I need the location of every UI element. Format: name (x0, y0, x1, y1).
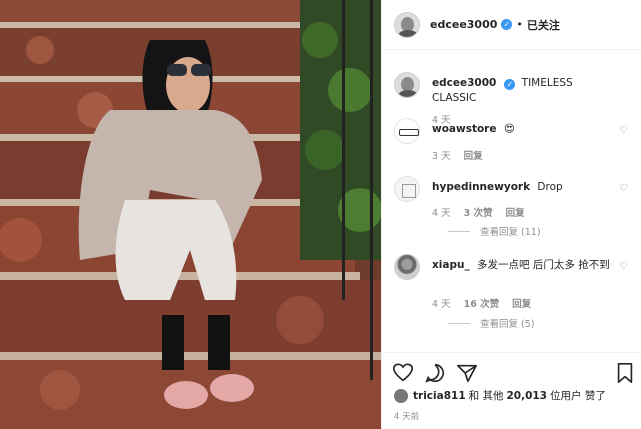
comment-meta: 4 天 16 次赞 回复 (432, 296, 541, 310)
verified-badge-icon: ✓ (501, 19, 513, 30)
comment-icon[interactable] (424, 362, 446, 384)
comment-reply-button[interactable]: 回复 (512, 299, 531, 310)
avatar[interactable] (394, 176, 420, 202)
separator-dot: • (516, 18, 523, 31)
action-bar (382, 352, 641, 392)
divider-line (448, 230, 470, 232)
comment-text: 多发一点吧 后门太多 抢不到 (477, 259, 610, 271)
bookmark-icon[interactable] (614, 362, 636, 384)
comment-time[interactable]: 3 天 (432, 151, 451, 162)
likes-summary: tricia811 和 其他 20,013 位用户 赞了 (394, 388, 606, 403)
comment-likes[interactable]: 3 次赞 (464, 208, 493, 219)
comment-text: Drop (537, 181, 563, 193)
comment-meta: 3 天 回复 (432, 148, 493, 162)
comment-username[interactable]: woawstore (432, 123, 496, 135)
view-replies-button[interactable]: 查看回复 (5) (448, 316, 534, 330)
comment-likes[interactable]: 16 次赞 (464, 299, 500, 310)
view-replies-button[interactable]: 查看回复 (11) (448, 224, 541, 238)
comment-username[interactable]: xiapu_ (432, 259, 470, 271)
likes-count[interactable]: 20,013 (506, 390, 547, 402)
comment-meta: 4 天 3 次赞 回复 (432, 205, 535, 219)
avatar[interactable] (394, 11, 420, 38)
paper-plane-icon[interactable] (456, 362, 478, 384)
avatar[interactable] (394, 254, 420, 280)
caption-username[interactable]: edcee3000 (432, 77, 496, 89)
likes-middle-text: 和 其他 (468, 390, 504, 402)
comment-text: 😍 (503, 123, 515, 135)
comment-like-heart-icon[interactable]: ♡ (619, 261, 628, 272)
liker-username[interactable]: tricia811 (413, 390, 466, 402)
likes-suffix: 位用户 赞了 (550, 390, 606, 402)
comment-time[interactable]: 4 天 (432, 208, 451, 219)
avatar[interactable] (394, 388, 408, 403)
comments-list[interactable]: edcee3000 ✓ TIMELESS CLASSIC 4 天 woawstor… (382, 58, 641, 348)
post-photo[interactable] (0, 0, 381, 429)
post-timestamp[interactable]: 4 天前 (394, 410, 419, 422)
heart-icon[interactable] (392, 362, 414, 384)
post-sidebar: edcee3000 ✓ • 已关注 edcee3000 ✓ TIMELESS CL… (381, 0, 641, 429)
view-replies-label: 查看回复 (11) (480, 227, 541, 238)
view-replies-label: 查看回复 (5) (480, 319, 535, 330)
photo-illustration (0, 0, 381, 429)
verified-badge-icon: ✓ (504, 79, 516, 90)
comment-reply-button[interactable]: 回复 (506, 208, 525, 219)
comment-like-heart-icon[interactable]: ♡ (619, 183, 628, 194)
comment-like-heart-icon[interactable]: ♡ (619, 125, 628, 136)
avatar[interactable] (394, 72, 420, 98)
comment-time[interactable]: 4 天 (432, 299, 451, 310)
header-username[interactable]: edcee3000 (430, 18, 497, 31)
post-header: edcee3000 ✓ • 已关注 (382, 0, 641, 50)
comment-reply-button[interactable]: 回复 (464, 151, 483, 162)
comment-username[interactable]: hypedinnewyork (432, 181, 530, 193)
follow-status-button[interactable]: 已关注 (527, 17, 560, 33)
divider-line (448, 322, 470, 324)
avatar[interactable] (394, 118, 420, 144)
